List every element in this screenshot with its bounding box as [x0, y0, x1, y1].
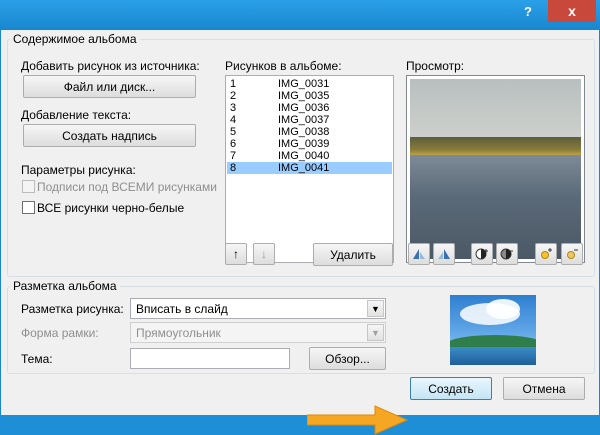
- dialog-titlebar: ? x: [0, 0, 600, 30]
- picture-number: 8: [230, 162, 237, 174]
- chevron-down-icon[interactable]: ▼: [367, 324, 384, 341]
- preview-photo: [410, 79, 581, 259]
- photo-album-dialog: Содержимое альбома Добавить рисунок из и…: [0, 30, 600, 435]
- rotate-right-icon: [438, 249, 450, 259]
- rotate-left-icon: [413, 249, 425, 259]
- black-white-checkbox[interactable]: [22, 201, 35, 214]
- preview-label: Просмотр:: [406, 59, 465, 73]
- arrow-up-icon: ↑: [233, 247, 239, 261]
- captions-checkbox-label: Подписи под ВСЕМИ рисунками: [37, 180, 217, 194]
- file-or-disk-button[interactable]: Файл или диск...: [23, 75, 196, 98]
- captions-checkbox[interactable]: [22, 180, 35, 193]
- picture-list-item[interactable]: 6 IMG_0039: [227, 138, 392, 150]
- picture-filename: IMG_0035: [278, 90, 330, 102]
- new-textbox-button[interactable]: Создать надпись: [23, 124, 196, 147]
- picture-number: 7: [230, 150, 237, 162]
- brightness-down-button[interactable]: [561, 243, 583, 265]
- picture-list-item[interactable]: 8 IMG_0041: [227, 162, 392, 174]
- frame-shape-label: Форма рамки:: [21, 326, 99, 340]
- brightness-down-icon: [567, 249, 578, 259]
- picture-list-item[interactable]: 3 IMG_0036: [227, 102, 392, 114]
- picture-list-item[interactable]: 2 IMG_0035: [227, 90, 392, 102]
- picture-filename: IMG_0036: [278, 102, 330, 114]
- picture-layout-select[interactable]: Вписать в слайд ▼: [130, 298, 386, 319]
- picture-filename: IMG_0037: [278, 114, 330, 126]
- frame-shape-select[interactable]: Прямоугольник ▼: [130, 322, 386, 343]
- create-button[interactable]: Создать: [410, 377, 492, 400]
- contrast-up-icon: [475, 248, 488, 260]
- album-layout-group-label: Разметка альбома: [10, 279, 120, 293]
- theme-label: Тема:: [21, 352, 53, 366]
- picture-number: 1: [230, 78, 237, 90]
- picture-list-item[interactable]: 7 IMG_0040: [227, 150, 392, 162]
- cancel-button[interactable]: Отмена: [503, 377, 585, 400]
- picture-number: 4: [230, 114, 237, 126]
- layout-preview-thumbnail: [450, 295, 536, 365]
- rotate-left-button[interactable]: [408, 243, 430, 265]
- remove-button[interactable]: Удалить: [313, 243, 393, 266]
- preview-pane: [406, 75, 585, 263]
- arrow-down-icon: ↓: [261, 247, 267, 261]
- picture-list-item[interactable]: 4 IMG_0037: [227, 114, 392, 126]
- picture-list-item[interactable]: 5 IMG_0038: [227, 126, 392, 138]
- picture-list-item[interactable]: 1 IMG_0031: [227, 78, 392, 90]
- close-button[interactable]: x: [548, 0, 596, 22]
- picture-number: 3: [230, 102, 237, 114]
- frame-shape-value: Прямоугольник: [136, 326, 221, 340]
- contrast-down-icon: [500, 248, 513, 260]
- picture-filename: IMG_0039: [278, 138, 330, 150]
- rotate-right-button[interactable]: [433, 243, 455, 265]
- chevron-down-icon[interactable]: ▼: [367, 300, 384, 317]
- brightness-up-icon: [541, 248, 552, 259]
- picture-number: 5: [230, 126, 237, 138]
- picture-options-label: Параметры рисунка:: [21, 163, 136, 177]
- picture-layout-value: Вписать в слайд: [136, 302, 228, 316]
- brightness-up-button[interactable]: [535, 243, 557, 265]
- picture-number: 6: [230, 138, 237, 150]
- highlight-arrow-icon: [307, 405, 409, 435]
- picture-filename: IMG_0031: [278, 78, 330, 90]
- black-white-checkbox-label: ВСЕ рисунки черно-белые: [37, 201, 185, 215]
- picture-number: 2: [230, 90, 237, 102]
- pictures-in-album-label: Рисунков в альбоме:: [225, 59, 342, 73]
- picture-filename: IMG_0040: [278, 150, 330, 162]
- picture-filename: IMG_0041: [278, 162, 330, 174]
- add-text-label: Добавление текста:: [21, 108, 132, 122]
- move-up-button[interactable]: ↑: [225, 243, 247, 265]
- album-content-group-label: Содержимое альбома: [10, 32, 140, 46]
- insert-from-label: Добавить рисунок из источника:: [21, 59, 200, 73]
- pictures-listbox[interactable]: 1 IMG_0031 2 IMG_0035 3 IMG_0036 4 IMG_0037 5 IMG…: [225, 75, 394, 263]
- move-down-button[interactable]: ↓: [253, 243, 275, 265]
- picture-layout-label: Разметка рисунка:: [21, 302, 124, 316]
- theme-input[interactable]: [130, 348, 290, 369]
- picture-filename: IMG_0038: [278, 126, 330, 138]
- contrast-up-button[interactable]: [471, 243, 493, 265]
- contrast-down-button[interactable]: [496, 243, 518, 265]
- help-button[interactable]: ?: [508, 0, 548, 22]
- browse-button[interactable]: Обзор...: [309, 347, 386, 370]
